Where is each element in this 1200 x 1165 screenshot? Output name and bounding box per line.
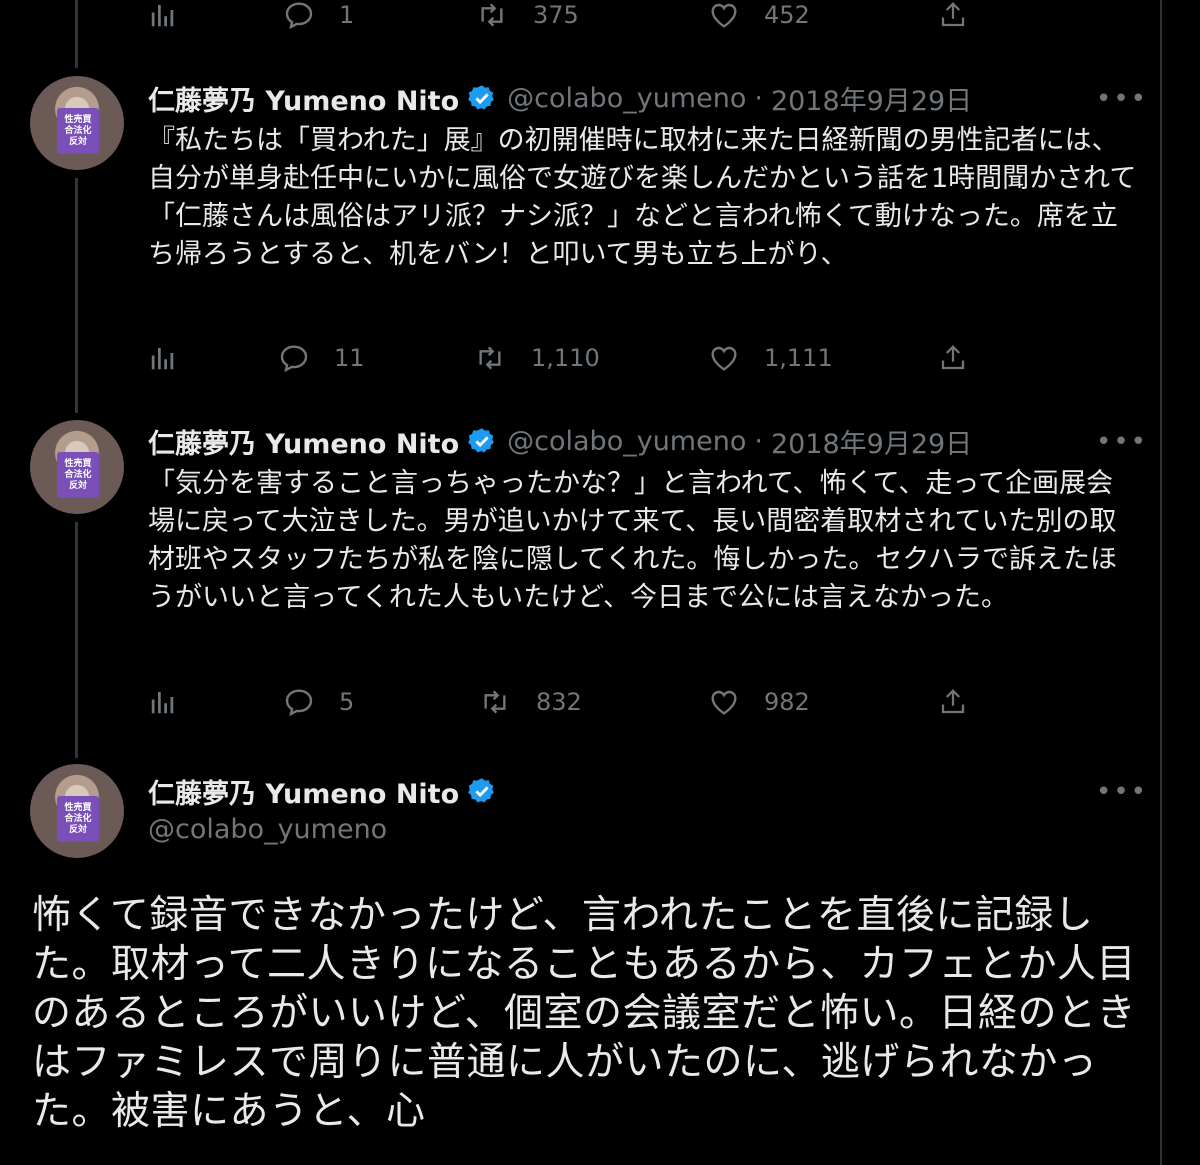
author-handle[interactable]: @colabo_yumeno <box>148 814 387 845</box>
retweet-icon <box>479 346 501 370</box>
like-count: 982 <box>764 688 810 716</box>
like-button[interactable]: 982 <box>708 682 810 722</box>
author-name[interactable]: 仁藤夢乃 Yumeno Nito <box>148 422 459 461</box>
reply-button[interactable]: 5 <box>283 682 354 722</box>
analytics-icon <box>151 348 174 370</box>
retweet-icon <box>484 690 506 714</box>
analytics-button[interactable] <box>148 338 178 378</box>
author-name[interactable]: 仁藤夢乃 Yumeno Nito <box>148 772 459 811</box>
tweet-actions: 5 832 982 <box>148 682 988 722</box>
avatar[interactable]: 性売買 合法化 反対 <box>30 764 124 858</box>
tweet-actions: 11 1,110 1,111 <box>148 338 988 378</box>
retweet-count: 1,110 <box>531 344 600 372</box>
avatar[interactable]: 性売買 合法化 反対 <box>30 76 124 170</box>
heart-icon <box>711 3 737 28</box>
more-options-icon[interactable]: ••• <box>1096 777 1148 807</box>
thread-line <box>75 522 78 758</box>
avatar-sign: 性売買 合法化 反対 <box>57 108 99 154</box>
avatar-sign: 性売買 合法化 反対 <box>57 452 99 498</box>
share-icon <box>941 345 965 370</box>
like-button[interactable]: 1,111 <box>708 338 833 378</box>
author-handle[interactable]: @colabo_yumeno <box>507 426 746 457</box>
tweet-header: 仁藤夢乃 Yumeno Nito @colabo_yumeno · 2018年9… <box>148 421 972 461</box>
retweet-button[interactable]: 1,110 <box>473 338 600 378</box>
verified-badge-icon <box>467 83 497 113</box>
tweet-text: 「気分を害すること言っちゃったかな？」と言われて、怖くて、走って企画展会場に戻っ… <box>148 468 1118 613</box>
reply-icon <box>285 2 313 30</box>
reply-count: 11 <box>334 344 365 372</box>
reply-icon <box>285 689 313 717</box>
main-tweet-text: 怖くて録音できなかったけど、言われたことを直後に記録した。取材って二人きりになる… <box>32 893 1137 1134</box>
tweet-date[interactable]: 2018年9月29日 <box>771 79 972 118</box>
reply-icon <box>280 345 308 373</box>
thread-line <box>75 0 78 68</box>
share-icon <box>941 2 965 27</box>
tweet-text: 『私たちは「買われた」展』の初開催時に取材に来た日経新聞の男性記者には、自分が単… <box>148 125 1137 270</box>
reply-count: 5 <box>339 688 355 716</box>
tweet-header: 仁藤夢乃 Yumeno Nito <box>148 771 507 811</box>
reply-button[interactable]: 11 <box>278 338 365 378</box>
reply-count: 1 <box>339 1 355 29</box>
reply-button[interactable]: 1 <box>283 0 354 35</box>
retweet-count: 832 <box>536 688 582 716</box>
separator: · <box>754 82 763 114</box>
like-count: 1,111 <box>764 344 833 372</box>
retweet-count: 375 <box>533 1 579 29</box>
like-count: 452 <box>764 1 810 29</box>
tweet-date[interactable]: 2018年9月29日 <box>771 422 972 461</box>
retweet-button[interactable]: 832 <box>478 682 582 722</box>
top-tweet-actions: 1 375 452 <box>148 0 988 35</box>
retweet-button[interactable]: 375 <box>475 0 579 35</box>
author-name[interactable]: 仁藤夢乃 Yumeno Nito <box>148 79 459 118</box>
analytics-button[interactable] <box>148 0 178 35</box>
heart-icon <box>711 346 737 371</box>
thread-line <box>75 178 78 413</box>
analytics-icon <box>151 692 174 714</box>
more-options-icon[interactable]: ••• <box>1096 84 1148 114</box>
avatar[interactable]: 性売買 合法化 反対 <box>30 420 124 514</box>
analytics-button[interactable] <box>148 682 178 722</box>
column-border <box>1160 0 1162 1165</box>
separator: · <box>754 425 763 457</box>
retweet-icon <box>481 3 503 27</box>
share-button[interactable] <box>938 682 968 722</box>
tweet-header: 仁藤夢乃 Yumeno Nito @colabo_yumeno · 2018年9… <box>148 78 972 118</box>
share-icon <box>941 689 965 714</box>
avatar-sign: 性売買 合法化 反対 <box>57 796 99 842</box>
author-handle[interactable]: @colabo_yumeno <box>507 83 746 114</box>
analytics-icon <box>151 5 174 27</box>
more-options-icon[interactable]: ••• <box>1096 427 1148 457</box>
verified-badge-icon <box>467 776 497 806</box>
share-button[interactable] <box>938 338 968 378</box>
heart-icon <box>711 690 737 715</box>
like-button[interactable]: 452 <box>708 0 810 35</box>
share-button[interactable] <box>938 0 968 35</box>
verified-badge-icon <box>467 426 497 456</box>
